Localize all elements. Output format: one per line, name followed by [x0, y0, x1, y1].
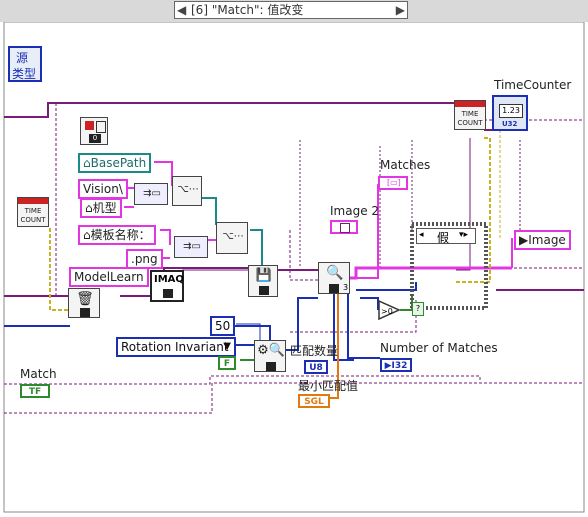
read-file-tag [259, 286, 269, 295]
zero-tag: 0 [89, 134, 101, 143]
setup-match-node[interactable]: ⚙🔍 [254, 340, 286, 372]
match-label: Match [20, 367, 57, 381]
tick-count-text-a: TIME [24, 207, 42, 215]
image2-label: Image 2 [330, 204, 380, 218]
model-learn-text: ModelLearn [74, 270, 144, 284]
fifty-text: 50 [215, 319, 231, 333]
read-file-node[interactable]: 💾 [248, 265, 278, 297]
matches-label: Matches [380, 158, 431, 172]
case-prev-arrow[interactable]: ◂ [419, 230, 424, 240]
stop-node[interactable]: 0 [80, 117, 108, 145]
concat-icon: ⇉▭ [183, 241, 201, 252]
trash-icon [96, 121, 106, 133]
dispose-tag [80, 308, 90, 317]
image-indicator-text: Image [528, 233, 566, 247]
build-path-icon: ⌥⋯ [222, 231, 244, 242]
case-next-arrow[interactable]: ▶ [396, 2, 405, 18]
number-of-matches-indicator[interactable]: ▶I32 [380, 358, 412, 372]
false-constant[interactable]: F [218, 356, 236, 370]
disk-icon: 💾 [255, 268, 273, 283]
model-learn-constant[interactable]: ModelLearn [69, 267, 149, 287]
match-count-label: 匹配数量 [290, 344, 339, 358]
concat-icon: ⇉▭ [143, 188, 161, 199]
tick-count-node-left[interactable]: TIME COUNT [17, 197, 49, 227]
concat-strings-node-1[interactable]: ⇉▭ [134, 183, 168, 205]
setup-tag [266, 362, 276, 371]
case-selector-label: [6] "Match": 值改变 [191, 3, 304, 17]
png-text: .png [131, 252, 158, 266]
case-prev-arrow[interactable]: ◀ [177, 2, 186, 18]
imaq-label: IMAQ [154, 274, 184, 285]
settings-magnifier-icon: ⚙🔍 [257, 343, 285, 358]
trash-icon: 🗑 [76, 291, 94, 307]
tick-count-node-right[interactable]: TIME COUNT [454, 100, 486, 130]
false-text: F [223, 359, 231, 369]
imaq-tag [163, 289, 173, 298]
rotation-enum[interactable]: Rotation Invariant ▼ [116, 337, 236, 357]
build-path-node-1[interactable]: ⌥⋯ [172, 176, 202, 206]
event-data-node[interactable]: 源 类型 [8, 46, 42, 82]
type-label: 类型 [12, 67, 37, 81]
counter-display: 1.23 [499, 104, 523, 118]
png-constant[interactable]: .png [126, 249, 163, 269]
sgl-tag: SGL [304, 397, 324, 407]
imaq-create-node[interactable]: IMAQ [150, 270, 184, 302]
compare-triangle-icon: >0 [378, 299, 401, 321]
image-icon [340, 223, 350, 233]
tick-count-text-b: COUNT [457, 119, 483, 127]
case-selector[interactable]: ◀ [6] "Match": 值改变 ▶ [174, 1, 408, 19]
tick-count-header [18, 198, 48, 204]
min-match-value-control[interactable]: SGL [298, 394, 330, 408]
tick-count-header [455, 101, 485, 107]
fifty-constant[interactable]: 50 [210, 316, 236, 336]
template-name-constant[interactable]: ⌂模板名称： [78, 225, 156, 245]
match-tag [329, 284, 339, 293]
tick-count-text-b: COUNT [20, 216, 46, 224]
stop-icon [85, 121, 94, 130]
time-counter-label: TimeCounter [494, 78, 572, 92]
model-type-constant[interactable]: ⌂机型 [80, 198, 122, 218]
build-path-node-2[interactable]: ⌥⋯ [216, 222, 248, 254]
case-selector-terminal: ? [412, 302, 424, 316]
source-label: 源 [16, 51, 29, 65]
template-name-text: 模板名称： [90, 228, 151, 242]
false-case-label: 假 [437, 231, 450, 245]
number-of-matches-label: Number of Matches [380, 341, 498, 355]
u32-tag: U32 [502, 120, 518, 128]
dispose-image-node[interactable]: 🗑 [68, 288, 100, 318]
i32-tag: I32 [391, 361, 408, 371]
vision-text: Vision\ [83, 182, 123, 196]
u8-tag: U8 [309, 363, 323, 373]
match-control[interactable]: TF [20, 384, 50, 398]
svg-text:>0: >0 [381, 307, 393, 316]
vision-constant[interactable]: Vision\ [78, 179, 128, 199]
min-match-value-label: 最小匹配值 [298, 379, 359, 393]
inner-case-selector[interactable]: ◂ 假 ▾▸ [416, 228, 476, 245]
match-count-three: 3 [343, 283, 349, 292]
greater-than-zero-node[interactable]: >0 [378, 299, 401, 321]
tick-count-text-a: TIME [461, 110, 479, 118]
concat-strings-node-2[interactable]: ⇉▭ [174, 236, 208, 258]
matches-indicator[interactable]: [▭] [378, 176, 408, 190]
cluster-icon: [▭] [387, 178, 401, 187]
chevron-down-icon[interactable]: ▼ [223, 339, 231, 355]
image2-control[interactable] [330, 220, 358, 234]
magnifier-icon: 🔍 [326, 265, 344, 281]
time-counter-indicator[interactable]: 1.23 U32 [492, 95, 528, 131]
build-path-icon: ⌥⋯ [177, 184, 199, 195]
base-path-text: BasePath [90, 156, 147, 170]
match-count-control[interactable]: U8 [304, 360, 328, 374]
image-indicator[interactable]: ▶Image [514, 230, 571, 250]
base-path-constant[interactable]: ⌂BasePath [78, 153, 152, 173]
case-dropdown-arrow[interactable]: ▾▸ [459, 230, 468, 240]
tf-tag: TF [28, 387, 42, 397]
model-type-text: 机型 [92, 201, 117, 215]
match-pattern-node[interactable]: 🔍 3 [318, 262, 350, 294]
rotation-text: Rotation Invariant [121, 340, 229, 354]
